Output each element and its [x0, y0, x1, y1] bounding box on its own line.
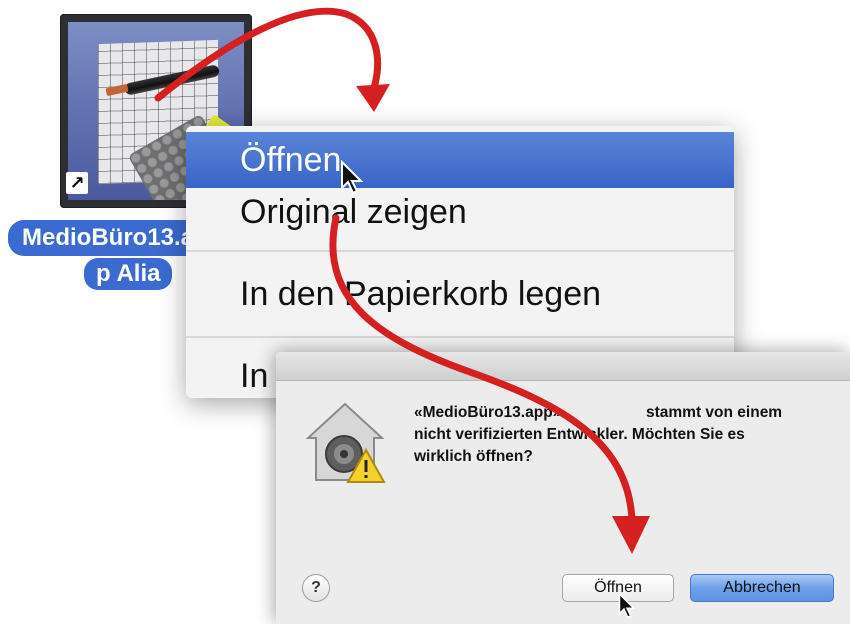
- dialog-message: «MedioBüro13.app» stammt von einem nicht …: [414, 402, 834, 468]
- open-button[interactable]: Öffnen: [562, 574, 674, 602]
- cancel-button[interactable]: Abbrechen: [690, 574, 834, 602]
- menu-separator: [186, 250, 734, 252]
- dialog-app-name: «MedioBüro13.app»: [414, 404, 562, 421]
- menu-item-open[interactable]: Öffnen: [186, 132, 734, 188]
- help-button[interactable]: ?: [302, 574, 330, 602]
- gatekeeper-house-icon: [305, 402, 386, 483]
- annotation-arrowhead-1: [356, 84, 390, 112]
- dialog-message-part1: stammt von einem: [646, 404, 783, 421]
- menu-item-move-to-trash[interactable]: In den Papierkorb legen: [186, 266, 734, 322]
- dialog-message-part3: wirklich öffnen?: [414, 448, 533, 465]
- alias-arrow-icon: ↗: [66, 172, 88, 194]
- security-dialog: «MedioBüro13.app» stammt von einem nicht …: [276, 352, 850, 624]
- dialog-titlebar[interactable]: [276, 352, 850, 381]
- icon-label-line2: p Alia: [84, 258, 173, 290]
- icon-label-line1: MedioBüro13.a: [8, 220, 209, 256]
- dialog-message-part2: nicht verifizierten Entwickler. Möchten …: [414, 426, 745, 443]
- menu-separator: [186, 336, 734, 338]
- menu-item-show-original[interactable]: Original zeigen: [186, 184, 734, 240]
